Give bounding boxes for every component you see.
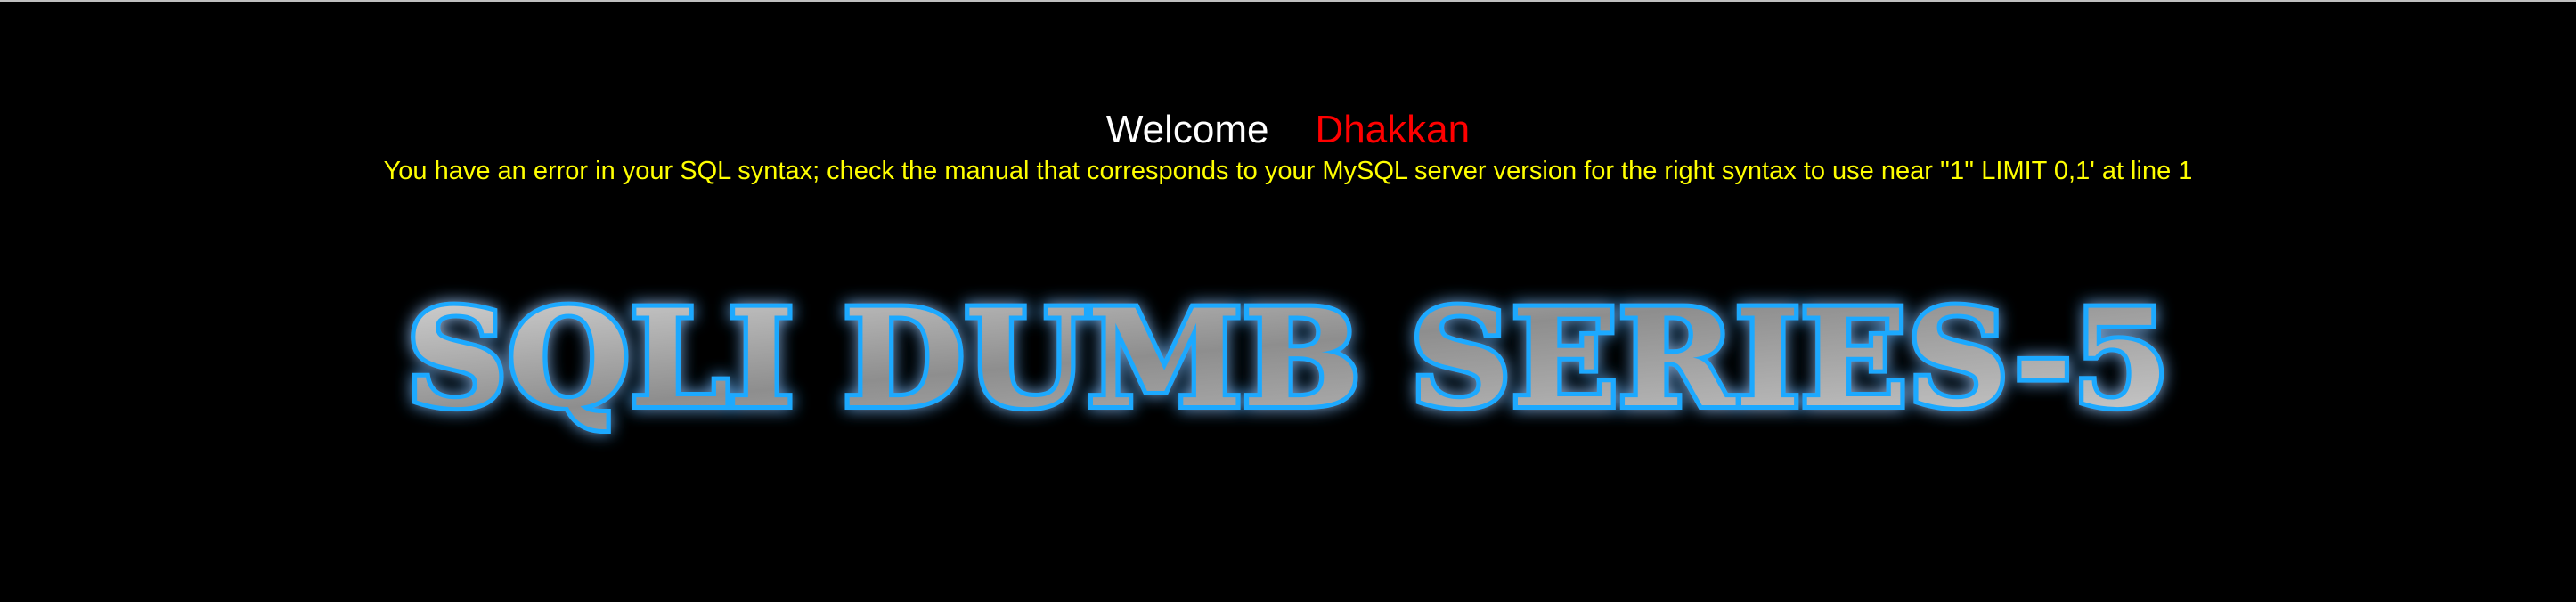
sqli-dumb-series-logo: SQLI DUMB SERIES-5: [383, 267, 2193, 454]
user-name: Dhakkan: [1315, 108, 1471, 151]
welcome-label: Welcome: [1105, 108, 1269, 151]
top-border: [0, 0, 2576, 2]
logo-text: SQLI DUMB SERIES-5: [406, 281, 2170, 437]
sql-error-message: You have an error in your SQL syntax; ch…: [383, 157, 2193, 185]
logo-graphic: SQLI DUMB SERIES-5: [402, 276, 2174, 442]
welcome-line: Welcome Dhakkan: [0, 107, 2576, 153]
